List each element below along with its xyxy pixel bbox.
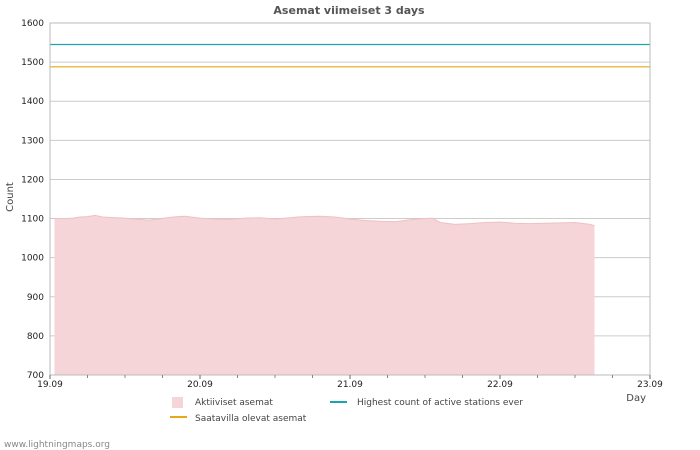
- x-tick-label: 21.09: [337, 380, 363, 390]
- legend-item-available-stations: Saatavilla olevat asemat: [195, 414, 307, 424]
- chart-title: Asemat viimeiset 3 days: [273, 4, 425, 17]
- series-area-active-stations: [54, 215, 595, 375]
- y-tick-label: 800: [27, 332, 44, 342]
- reference-lines-layer: [50, 43, 650, 68]
- legend-item-active-stations: Aktiiviset asemat: [195, 398, 273, 408]
- x-axis-label: Day: [626, 393, 646, 404]
- y-tick-label: 1300: [21, 136, 44, 146]
- y-axis-ticks: 7008009001000110012001300140015001600: [21, 19, 44, 381]
- y-tick-label: 1500: [21, 58, 44, 68]
- y-axis-label: Count: [5, 182, 16, 212]
- x-tick-label: 22.09: [487, 380, 513, 390]
- station-count-chart: Asemat viimeiset 3 days 7008009001000110…: [4, 4, 663, 450]
- y-tick-label: 1200: [21, 175, 44, 185]
- watermark: www.lightningmaps.org: [4, 440, 110, 450]
- legend-swatch: [172, 397, 183, 408]
- y-tick-label: 1000: [21, 254, 44, 264]
- series-area-layer: [54, 214, 595, 375]
- x-axis-ticks: 19.09 20.09 21.09 22.09 23.09: [37, 375, 663, 390]
- x-tick-label: 19.09: [37, 380, 63, 390]
- legend-item-highest-active: Highest count of active stations ever: [357, 398, 523, 408]
- x-tick-label: 23.09: [637, 380, 663, 390]
- legend: Aktiiviset asemat Highest count of active…: [170, 397, 523, 424]
- y-tick-label: 1100: [21, 215, 44, 225]
- y-tick-label: 900: [27, 293, 44, 303]
- y-tick-label: 1600: [21, 19, 44, 29]
- y-tick-label: 1400: [21, 97, 44, 107]
- x-tick-label: 20.09: [187, 380, 213, 390]
